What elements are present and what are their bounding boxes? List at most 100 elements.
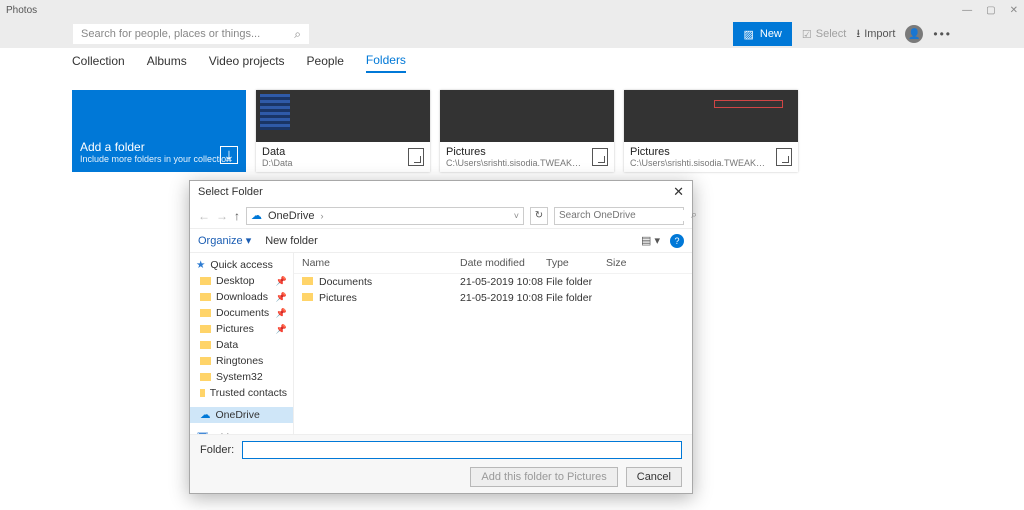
- search-input[interactable]: [81, 28, 294, 40]
- tree-item[interactable]: Downloads📌: [190, 289, 293, 305]
- nav-up-icon[interactable]: ↑: [234, 209, 240, 223]
- window-controls: — ▢ ✕: [962, 5, 1018, 16]
- onedrive-icon: ☁: [251, 209, 262, 222]
- more-icon[interactable]: •••: [933, 27, 952, 41]
- tree-item[interactable]: Pictures 📌: [190, 321, 293, 337]
- folder-icon: [200, 373, 211, 381]
- folder-card[interactable]: PicturesC:\Users\srishti.sisodia.TWEAKOR…: [440, 90, 614, 172]
- tab-folders[interactable]: Folders: [366, 53, 406, 73]
- file-row[interactable]: Documents21-05-2019 10:08File folder: [294, 274, 692, 290]
- new-button[interactable]: ▨ New: [733, 22, 791, 46]
- minimize-icon[interactable]: —: [962, 5, 972, 16]
- folder-input-label: Folder:: [200, 444, 234, 456]
- avatar[interactable]: 👤: [905, 25, 923, 43]
- tree-item[interactable]: Trusted contacts: [190, 385, 293, 401]
- cancel-button[interactable]: Cancel: [626, 467, 682, 487]
- tab-video-projects[interactable]: Video projects: [209, 54, 285, 72]
- folder-card-path: D:\Data: [262, 158, 404, 168]
- maximize-icon[interactable]: ▢: [986, 5, 995, 16]
- folder-input[interactable]: [242, 441, 682, 459]
- tab-albums[interactable]: Albums: [147, 54, 187, 72]
- folder-thumbnail: [440, 90, 614, 142]
- view-options-icon[interactable]: ▤ ▾: [641, 234, 660, 247]
- breadcrumb[interactable]: ☁ OneDrive › ˅: [246, 207, 524, 225]
- tree-item[interactable]: Desktop📌: [190, 273, 293, 289]
- dialog-body: ★Quick accessDesktop📌Downloads📌Documents…: [190, 253, 692, 434]
- refresh-button[interactable]: ↻: [530, 207, 548, 225]
- nav-tree[interactable]: ★Quick accessDesktop📌Downloads📌Documents…: [190, 253, 294, 434]
- onedrive-icon: ☁: [200, 409, 211, 421]
- folder-icon: [200, 341, 211, 349]
- tree-item-label: Ringtones: [216, 355, 263, 367]
- dialog-search-input[interactable]: [559, 210, 691, 221]
- folder-card[interactable]: PicturesC:\Users\srishti.sisodia.TWEAKOR…: [624, 90, 798, 172]
- folder-icon: [200, 357, 211, 365]
- search-icon[interactable]: ⌕: [294, 27, 301, 42]
- folder-card-title: Data: [262, 146, 404, 158]
- folder-card-path: C:\Users\srishti.sisodia.TWEAKORG\Pictur…: [446, 158, 588, 168]
- new-folder-button[interactable]: New folder: [265, 235, 318, 247]
- file-row[interactable]: Pictures 21-05-2019 10:08File folder: [294, 290, 692, 306]
- folder-icon: [200, 325, 211, 333]
- folder-input-row: Folder:: [200, 441, 682, 459]
- add-folder-title: Add a folder: [80, 140, 238, 154]
- dialog-title: Select Folder: [198, 186, 263, 198]
- folder-open-icon: [408, 148, 424, 166]
- organize-menu[interactable]: Organize ▾: [198, 234, 251, 247]
- file-name: Documents: [319, 276, 372, 288]
- nav-back-icon[interactable]: ←: [198, 209, 210, 223]
- file-type: File folder: [546, 276, 606, 288]
- folder-open-icon: [592, 148, 608, 166]
- folder-icon: [302, 293, 313, 301]
- nav-forward-icon[interactable]: →: [216, 209, 228, 223]
- folder-icon: [200, 309, 211, 317]
- folder-card-title: Pictures: [630, 146, 772, 158]
- tree-item[interactable]: Ringtones: [190, 353, 293, 369]
- chevron-down-icon[interactable]: ˅: [514, 211, 519, 221]
- dialog-search-box[interactable]: ⌕: [554, 207, 684, 225]
- add-folder-button[interactable]: Add this folder to Pictures: [470, 467, 617, 487]
- tree-item[interactable]: Documents📌: [190, 305, 293, 321]
- col-name[interactable]: Name: [302, 257, 460, 269]
- folder-thumbnail: [624, 90, 798, 142]
- new-label: New: [760, 28, 782, 40]
- pin-icon: 📌: [276, 324, 287, 335]
- add-folder-card[interactable]: Add a folder Include more folders in you…: [72, 90, 246, 172]
- file-name: Pictures: [319, 292, 357, 304]
- title-bar: Photos — ▢ ✕: [0, 0, 1024, 20]
- breadcrumb-text: OneDrive: [268, 210, 314, 222]
- file-pane: Name Date modified Type Size Documents21…: [294, 253, 692, 434]
- folder-icon: [200, 389, 205, 397]
- folder-card-path: C:\Users\srishti.sisodia.TWEAKORG\OneD..…: [630, 158, 772, 168]
- tree-item-label: System32: [216, 371, 263, 383]
- app-name: Photos: [6, 5, 37, 16]
- file-type: File folder: [546, 292, 606, 304]
- import-button[interactable]: ⭳ Import: [856, 25, 895, 44]
- tree-item[interactable]: Data: [190, 337, 293, 353]
- search-box[interactable]: ⌕: [72, 23, 310, 45]
- tree-item[interactable]: System32: [190, 369, 293, 385]
- folder-thumbnail: [256, 90, 430, 142]
- dialog-close-icon[interactable]: ✕: [673, 184, 684, 200]
- col-type[interactable]: Type: [546, 257, 606, 269]
- column-headers[interactable]: Name Date modified Type Size: [294, 253, 692, 274]
- chevron-right-icon: ›: [320, 211, 323, 221]
- star-icon: ★: [196, 259, 205, 271]
- col-size[interactable]: Size: [606, 257, 684, 269]
- select-button[interactable]: ☑ Select: [802, 28, 846, 41]
- dialog-path-row: ← → ↑ ☁ OneDrive › ˅ ↻ ⌕: [190, 203, 692, 229]
- tree-quick-access[interactable]: ★Quick access: [190, 257, 293, 273]
- tree-item-label: Pictures: [216, 323, 254, 335]
- tab-collection[interactable]: Collection: [72, 54, 125, 72]
- select-icon: ☑: [802, 28, 812, 41]
- file-date: 21-05-2019 10:08: [460, 292, 546, 304]
- help-icon[interactable]: ?: [670, 234, 684, 248]
- tree-onedrive[interactable]: ☁OneDrive: [190, 407, 293, 423]
- top-strip: ⌕ ▨ New ☑ Select ⭳ Import 👤 •••: [0, 20, 1024, 48]
- folder-icon: [200, 293, 211, 301]
- tab-people[interactable]: People: [307, 54, 344, 72]
- folder-card[interactable]: DataD:\Data: [256, 90, 430, 172]
- close-icon[interactable]: ✕: [1010, 5, 1018, 16]
- tree-item-label: Data: [216, 339, 238, 351]
- col-date[interactable]: Date modified: [460, 257, 546, 269]
